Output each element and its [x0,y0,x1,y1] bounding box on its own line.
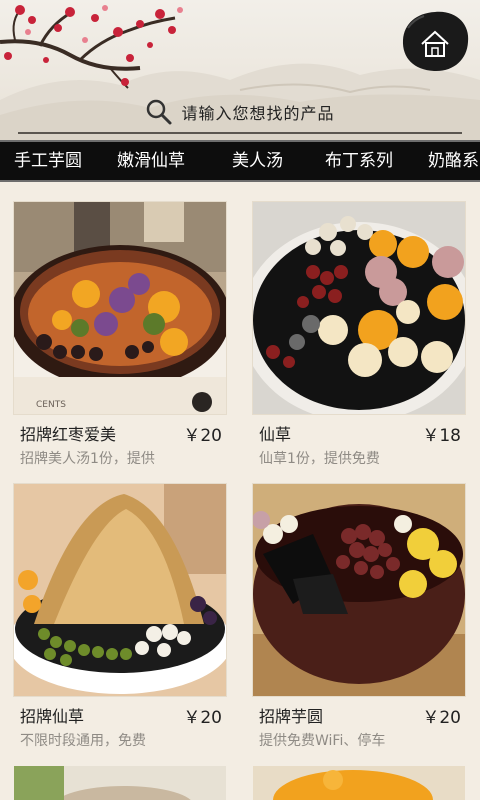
plum-blossom-branch [0,5,183,89]
tab-meiren-tang[interactable]: 美人汤 [232,142,283,180]
product-description: 提供免费WiFi、停车 [259,733,386,749]
search-icon [147,99,172,125]
product-name: 招牌红枣爱美 [20,425,117,444]
home-icon [402,11,469,72]
product-photo [253,202,465,414]
header: 请输入您想找的产品 [0,0,480,140]
product-name: 招牌仙草 [20,707,85,726]
product-card[interactable]: 招牌仙草 ￥20 不限时段通用，免费 [14,484,226,749]
product-card-partial[interactable] [253,766,465,800]
tab-buding-xilie[interactable]: 布丁系列 [325,142,393,180]
photo-caption: CENTS [36,400,66,410]
product-photo [14,766,226,800]
search-input[interactable]: 请输入您想找的产品 [181,100,334,124]
category-nav: 手工芋圆 嫩滑仙草 美人汤 布丁系列 奶酪系 [0,140,480,182]
product-name: 仙草 [259,425,292,444]
home-button[interactable] [398,8,472,74]
product-price: ￥18 [422,425,461,446]
product-photo: CENTS [14,202,226,414]
tab-nenhua-xiancao[interactable]: 嫩滑仙草 [117,142,185,180]
product-price: ￥20 [422,707,461,728]
product-photo [253,484,465,696]
product-description: 仙草1份，提供免费 [259,451,380,467]
tab-nailao-xi[interactable]: 奶酪系 [428,142,479,180]
product-card[interactable]: 仙草 ￥18 仙草1份，提供免费 [253,202,465,467]
product-price: ￥20 [183,707,222,728]
product-card-partial[interactable] [14,766,226,800]
product-photo [253,766,465,800]
product-description: 不限时段通用，免费 [20,733,146,749]
tab-shougong-yuyuan[interactable]: 手工芋圆 [14,142,82,180]
product-price: ￥20 [183,425,222,446]
product-card[interactable]: 招牌芋圆 ￥20 提供免费WiFi、停车 [253,484,465,749]
product-description: 招牌美人汤1份，提供 [20,451,155,467]
product-name: 招牌芋圆 [259,707,324,726]
product-card[interactable]: CENTS 招牌红枣爱美 ￥20 招牌美人汤1份，提供 [14,202,226,467]
product-photo [14,484,226,696]
search-bar[interactable]: 请输入您想找的产品 [18,92,462,134]
